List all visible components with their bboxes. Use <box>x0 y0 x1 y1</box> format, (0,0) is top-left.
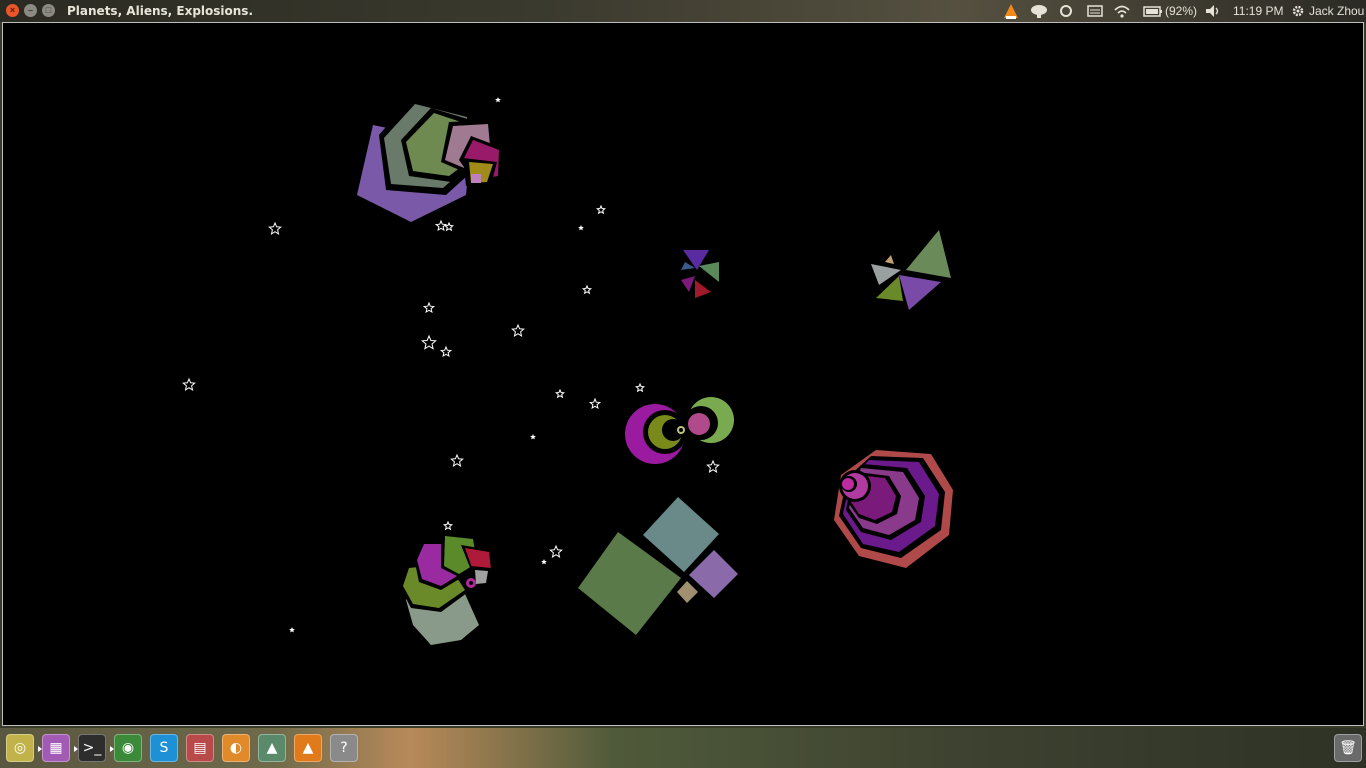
window-title: Planets, Aliens, Explosions. <box>67 4 254 18</box>
star <box>549 544 563 558</box>
cloud-sync-icon[interactable] <box>1029 2 1049 20</box>
star <box>635 382 645 393</box>
star <box>582 284 592 295</box>
star <box>443 520 453 531</box>
planet-heptagon-spiral <box>399 532 495 645</box>
star <box>421 334 437 350</box>
terminal-launcher-icon[interactable]: >_ <box>74 734 106 762</box>
maximize-button[interactable]: □ <box>42 4 55 17</box>
unknown-app-launcher-icon[interactable]: ? <box>330 734 358 762</box>
clock[interactable]: 11:19 PM <box>1233 2 1283 20</box>
alien-diamonds <box>578 497 738 635</box>
skype-launcher-icon[interactable]: S <box>150 734 178 762</box>
trash-icon[interactable]: 🗑 <box>1334 734 1362 762</box>
wifi-icon[interactable] <box>1113 2 1131 20</box>
blender-launcher-icon[interactable]: ◐ <box>222 734 250 762</box>
star <box>268 221 282 235</box>
vlc-tray-icon[interactable] <box>1002 2 1020 20</box>
chrome-launcher-icon[interactable]: ◉ <box>110 734 142 762</box>
top-panel: × – □ Planets, Aliens, Explosions. (92%)… <box>0 0 1366 22</box>
planet-octagon-spiral <box>834 450 953 568</box>
ubuntu-dash-launcher-icon[interactable]: ◎ <box>6 734 34 762</box>
planet-pentagon-spiral <box>357 98 503 222</box>
alien-small-pinwheel <box>681 250 719 298</box>
star <box>289 627 295 633</box>
star <box>555 388 565 399</box>
user-name[interactable]: Jack Zhou <box>1309 2 1364 20</box>
image-viewer-launcher-icon[interactable]: ▲ <box>258 734 286 762</box>
star <box>511 323 525 337</box>
gear-icon[interactable] <box>1290 2 1306 20</box>
star <box>578 225 584 231</box>
minimize-button[interactable]: – <box>24 4 37 17</box>
launcher-dock: ◎ ▦ >_ ◉ S ▤ ◐ ▲ ▲? 🗑 <box>0 728 1366 768</box>
battery-icon[interactable] <box>1142 2 1164 20</box>
volume-icon[interactable] <box>1204 2 1222 20</box>
game-canvas[interactable] <box>2 22 1364 726</box>
vlc-launcher-icon[interactable]: ▲ <box>294 734 322 762</box>
planet-crescents <box>625 397 734 464</box>
star <box>182 377 196 391</box>
star <box>422 301 436 314</box>
close-button[interactable]: × <box>6 4 19 17</box>
battery-percent[interactable]: (92%) <box>1165 2 1197 20</box>
star <box>596 204 606 215</box>
chat-status-icon[interactable] <box>1058 2 1074 20</box>
alien-triangle-pinwheel <box>871 230 951 310</box>
star <box>450 453 464 467</box>
game-scene <box>182 97 953 645</box>
keyboard-icon[interactable] <box>1086 2 1104 20</box>
star <box>495 97 501 103</box>
star <box>541 559 547 565</box>
star <box>588 397 602 410</box>
star <box>706 459 720 473</box>
video-player-launcher-icon[interactable]: ▦ <box>38 734 70 762</box>
file-roller-launcher-icon[interactable]: ▤ <box>186 734 214 762</box>
star <box>439 345 453 358</box>
star <box>530 434 536 440</box>
